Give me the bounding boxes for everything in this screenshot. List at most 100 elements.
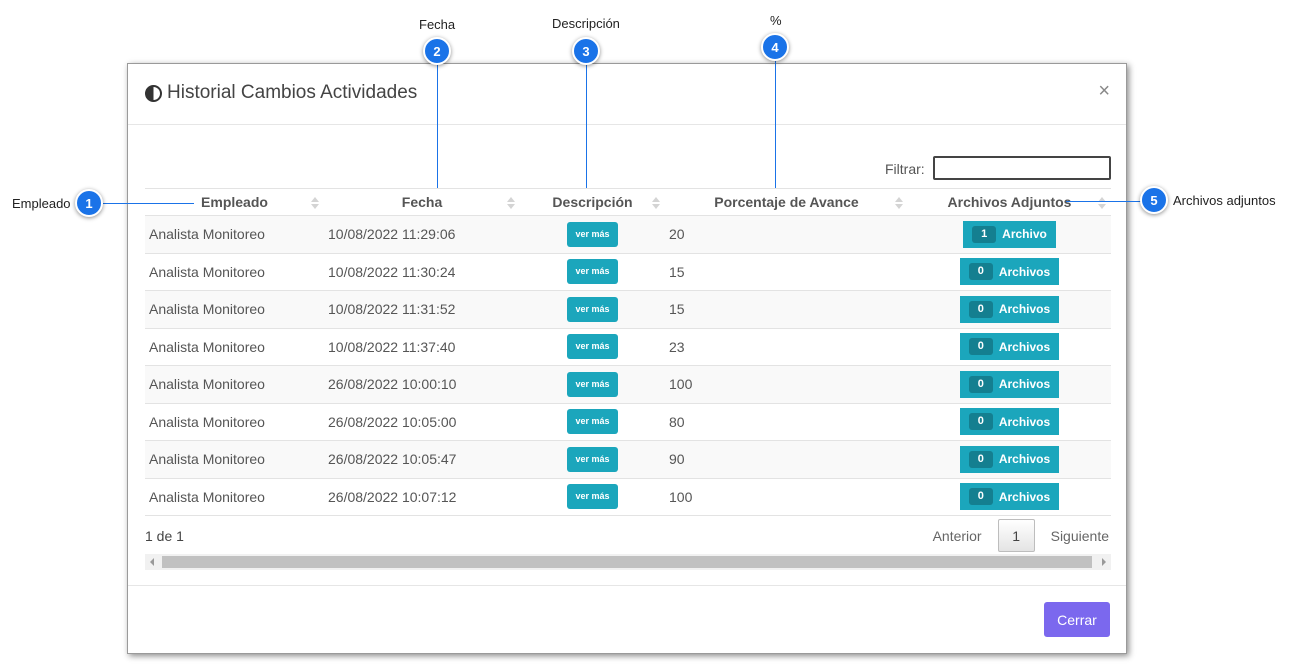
archivo-label: Archivo [1002, 227, 1047, 242]
cell-fecha: 10/08/2022 11:37:40 [324, 328, 520, 366]
scroll-left-arrow-icon[interactable] [150, 558, 154, 566]
cell-archivos: 0 Archivos [908, 403, 1111, 441]
cell-empleado: Analista Monitoreo [145, 365, 324, 404]
archivos-button[interactable]: 1 Archivo [963, 220, 1056, 248]
cell-descripcion: ver más [520, 328, 665, 366]
archivos-button[interactable]: 0 Archivos [959, 483, 1060, 511]
ver-mas-button[interactable]: ver más [567, 334, 618, 360]
archivos-button[interactable]: 0 Archivos [959, 258, 1060, 286]
pagination: Anterior 1 Siguiente [933, 519, 1109, 552]
ver-mas-button[interactable]: ver más [567, 221, 618, 247]
column-header-descripcion[interactable]: Descripción [520, 188, 665, 216]
archivos-button[interactable]: 0 Archivos [959, 408, 1060, 436]
sort-icon [507, 197, 515, 209]
cell-empleado: Analista Monitoreo [145, 328, 324, 366]
cell-porcentaje: 90 [665, 440, 908, 479]
callout-bubble-4: 4 [761, 33, 789, 61]
archivo-label: Archivos [998, 264, 1051, 279]
scroll-right-arrow-icon[interactable] [1102, 558, 1106, 566]
cell-porcentaje: 20 [665, 215, 908, 254]
ver-mas-button[interactable]: ver más [567, 259, 618, 285]
archivo-count-badge: 0 [968, 413, 993, 431]
cell-descripcion: ver más [520, 253, 665, 291]
archivo-label: Archivos [998, 302, 1051, 317]
history-table: Empleado Fecha Descripción Porcentaje de… [145, 188, 1111, 516]
archivo-label: Archivos [998, 452, 1051, 467]
cell-archivos: 1 Archivo [908, 215, 1111, 254]
sort-icon [652, 197, 660, 209]
callout-bubble-2: 2 [423, 37, 451, 65]
callout-line-1 [103, 203, 194, 204]
column-header-fecha[interactable]: Fecha [324, 188, 520, 216]
callout-bubble-3: 3 [572, 37, 600, 65]
cell-empleado: Analista Monitoreo [145, 253, 324, 291]
archivo-count-badge: 0 [968, 338, 993, 356]
ver-mas-button[interactable]: ver más [567, 296, 618, 322]
cell-archivos: 0 Archivos [908, 290, 1111, 329]
callout-line-2 [437, 62, 438, 188]
archivos-button[interactable]: 0 Archivos [959, 370, 1060, 398]
table-row: Analista Monitoreo 10/08/2022 11:29:06 v… [145, 215, 1111, 254]
archivo-count-badge: 0 [968, 263, 993, 281]
ver-mas-button[interactable]: ver más [567, 446, 618, 472]
ver-mas-button[interactable]: ver más [567, 484, 618, 510]
cell-descripcion: ver más [520, 478, 665, 516]
table-header-row: Empleado Fecha Descripción Porcentaje de… [145, 188, 1111, 216]
archivos-button[interactable]: 0 Archivos [959, 445, 1060, 473]
archivo-count-badge: 0 [968, 300, 993, 318]
scrollbar-thumb[interactable] [162, 556, 1092, 568]
archivos-button[interactable]: 0 Archivos [959, 333, 1060, 361]
filter-input[interactable] [933, 156, 1111, 180]
page-info: 1 de 1 [145, 528, 184, 544]
cell-descripcion: ver más [520, 365, 665, 404]
callout-bubble-1: 1 [75, 189, 103, 217]
cell-empleado: Analista Monitoreo [145, 215, 324, 254]
callout-label-descripcion: Descripción [552, 16, 620, 31]
modal-title: Historial Cambios Actividades [145, 82, 417, 104]
archivo-count-badge: 0 [968, 488, 993, 506]
cell-fecha: 10/08/2022 11:30:24 [324, 253, 520, 291]
cell-porcentaje: 23 [665, 328, 908, 366]
cell-descripcion: ver más [520, 440, 665, 479]
cell-archivos: 0 Archivos [908, 328, 1111, 366]
sort-icon [1098, 197, 1106, 209]
next-page-button[interactable]: Siguiente [1051, 528, 1109, 544]
ver-mas-button[interactable]: ver más [567, 409, 618, 435]
cell-descripcion: ver más [520, 215, 665, 254]
column-header-empleado[interactable]: Empleado [145, 188, 324, 216]
cell-fecha: 26/08/2022 10:00:10 [324, 365, 520, 404]
cell-archivos: 0 Archivos [908, 440, 1111, 479]
table-row: Analista Monitoreo 26/08/2022 10:05:00 v… [145, 403, 1111, 441]
cell-empleado: Analista Monitoreo [145, 440, 324, 479]
callout-line-3 [586, 62, 587, 188]
table-row: Analista Monitoreo 10/08/2022 11:37:40 v… [145, 328, 1111, 366]
ver-mas-button[interactable]: ver más [567, 371, 618, 397]
cell-fecha: 10/08/2022 11:29:06 [324, 215, 520, 254]
modal-header: Historial Cambios Actividades × [128, 64, 1126, 125]
page-number-button[interactable]: 1 [997, 519, 1035, 552]
cell-empleado: Analista Monitoreo [145, 290, 324, 329]
column-header-porcentaje[interactable]: Porcentaje de Avance [665, 188, 908, 216]
cell-descripcion: ver más [520, 290, 665, 329]
archivo-label: Archivos [998, 414, 1051, 429]
cell-fecha: 26/08/2022 10:05:47 [324, 440, 520, 479]
callout-label-porcentaje: % [770, 13, 782, 28]
table-row: Analista Monitoreo 10/08/2022 11:30:24 v… [145, 253, 1111, 291]
modal-footer: Cerrar [128, 585, 1126, 655]
column-header-archivos[interactable]: Archivos Adjuntos [908, 188, 1111, 216]
table-row: Analista Monitoreo 26/08/2022 10:07:12 v… [145, 478, 1111, 516]
cell-empleado: Analista Monitoreo [145, 478, 324, 516]
archivo-count-badge: 0 [968, 375, 993, 393]
archivos-button[interactable]: 0 Archivos [959, 295, 1060, 323]
close-modal-button[interactable]: Cerrar [1044, 602, 1110, 637]
sort-icon [311, 197, 319, 209]
cell-archivos: 0 Archivos [908, 365, 1111, 404]
horizontal-scrollbar[interactable] [145, 554, 1111, 570]
callout-line-4 [775, 58, 776, 188]
cell-fecha: 26/08/2022 10:07:12 [324, 478, 520, 516]
cell-porcentaje: 100 [665, 478, 908, 516]
archivo-count-badge: 0 [968, 450, 993, 468]
table-row: Analista Monitoreo 10/08/2022 11:31:52 v… [145, 290, 1111, 329]
close-button[interactable]: × [1098, 81, 1110, 101]
prev-page-button[interactable]: Anterior [933, 528, 982, 544]
